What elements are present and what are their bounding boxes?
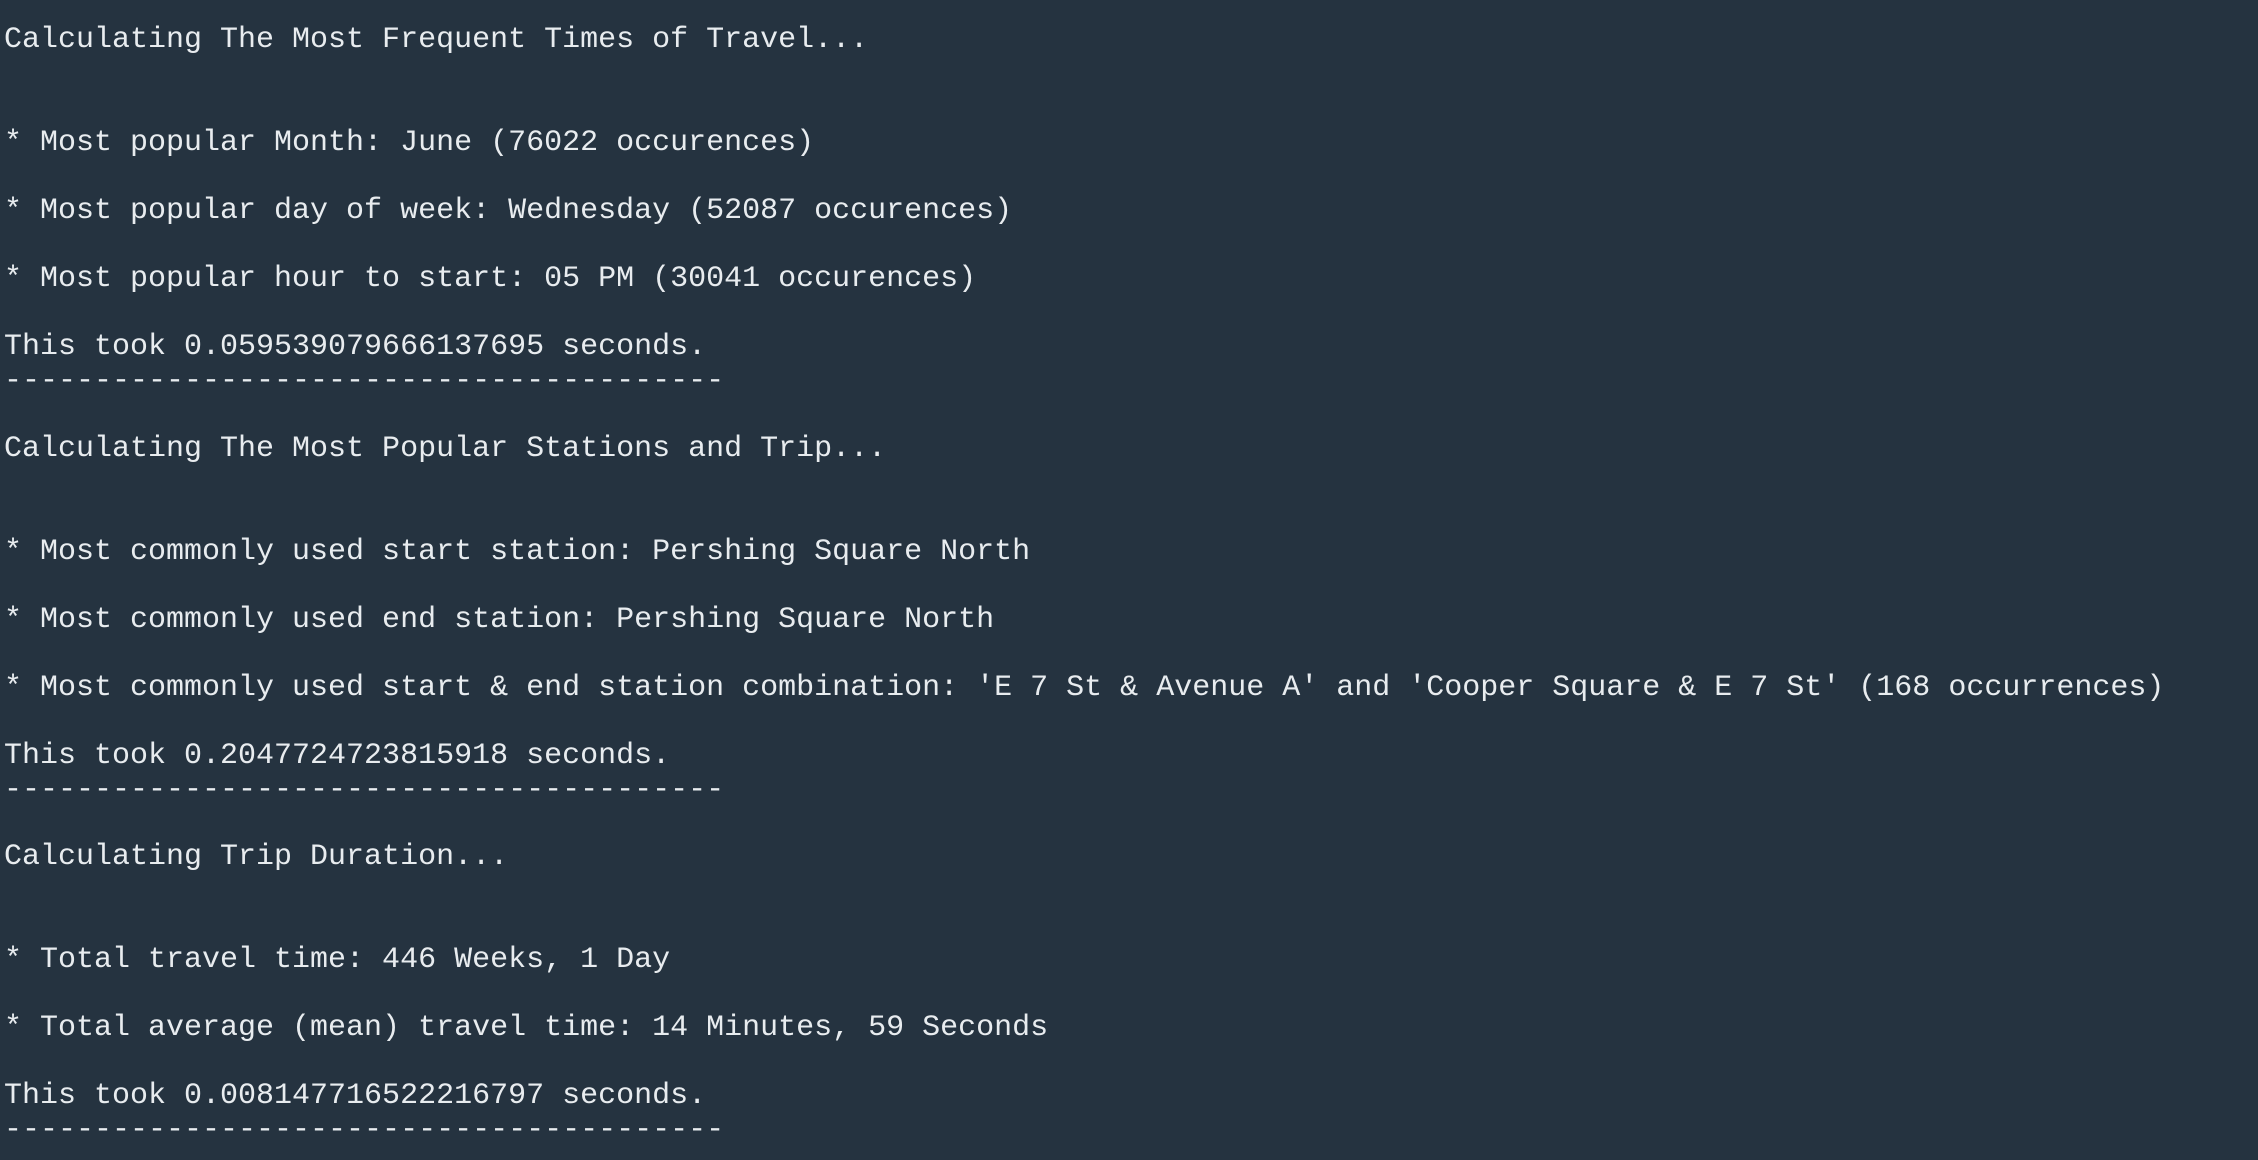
stat-popular-month: * Most popular Month: June (76022 occure… [4, 126, 815, 160]
stat-start-station: * Most commonly used start station: Pers… [4, 535, 1031, 569]
section-heading-trip-duration: Calculating Trip Duration... [4, 840, 509, 874]
timing-text-3: This took 0.008147716522216797 seconds. [4, 1079, 707, 1113]
stat-station-combination: * Most commonly used start & end station… [4, 671, 2165, 705]
stat-popular-day: * Most popular day of week: Wednesday (5… [4, 194, 1013, 228]
stat-end-station: * Most commonly used end station: Pershi… [4, 603, 995, 637]
divider-3: ---------------------------------------- [4, 1113, 725, 1147]
section-heading-frequent-times: Calculating The Most Frequent Times of T… [4, 23, 869, 57]
stat-mean-travel-time: * Total average (mean) travel time: 14 M… [4, 1011, 1049, 1045]
timing-text-2: This took 0.2047724723815918 seconds. [4, 739, 671, 773]
section-heading-popular-stations: Calculating The Most Popular Stations an… [4, 432, 887, 466]
divider-2: ---------------------------------------- [4, 773, 725, 807]
stat-total-travel-time: * Total travel time: 446 Weeks, 1 Day [4, 943, 671, 977]
stat-popular-hour: * Most popular hour to start: 05 PM (300… [4, 262, 977, 296]
timing-text-1: This took 0.059539079666137695 seconds. [4, 330, 707, 364]
terminal-output: Calculating The Most Frequent Times of T… [0, 0, 2258, 1160]
divider-1: ---------------------------------------- [4, 364, 725, 398]
